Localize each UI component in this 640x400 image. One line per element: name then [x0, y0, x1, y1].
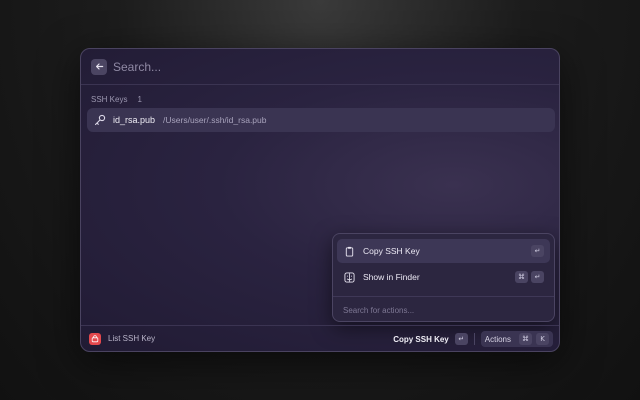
action-copy-ssh-key[interactable]: Copy SSH Key ↵: [337, 239, 550, 263]
kbd-key: ↵: [531, 245, 544, 257]
section-title: SSH Keys: [91, 94, 128, 104]
actions-button[interactable]: Actions ⌘ K: [480, 331, 553, 347]
kbd-key: ↵: [454, 333, 468, 345]
footer-title: List SSH Key: [108, 334, 156, 343]
actions-search-input[interactable]: [343, 302, 543, 318]
section-count: 1: [137, 94, 142, 104]
shortcut-keys: ⌘ ↵: [515, 271, 544, 283]
back-button[interactable]: [91, 58, 107, 75]
kbd-key: ⌘: [515, 271, 528, 283]
kbd-key: K: [536, 333, 549, 345]
finder-icon: [343, 271, 355, 283]
action-label: Show in Finder: [363, 272, 420, 282]
action-show-in-finder[interactable]: Show in Finder ⌘ ↵: [337, 265, 550, 289]
footer-actions: Copy SSH Key ↵ Actions ⌘ K: [393, 331, 553, 347]
primary-action-button[interactable]: Copy SSH Key: [393, 335, 449, 344]
list-item[interactable]: id_rsa.pub /Users/user/.ssh/id_rsa.pub: [87, 108, 555, 132]
shortcut-keys: ↵: [531, 245, 544, 257]
section-header: SSH Keys 1: [91, 93, 142, 105]
key-icon: [93, 113, 107, 127]
divider: [473, 333, 475, 345]
arrow-left-icon: [95, 63, 103, 70]
actions-panel: Copy SSH Key ↵ Show in Finder ⌘ ↵: [332, 233, 555, 322]
extension-icon: [89, 332, 101, 345]
search-bar: [81, 49, 559, 85]
search-input[interactable]: [113, 59, 413, 74]
kbd-key: ↵: [531, 271, 544, 283]
list-item-subtitle: /Users/user/.ssh/id_rsa.pub: [163, 115, 267, 125]
divider: [333, 296, 554, 297]
list-item-title: id_rsa.pub: [113, 115, 156, 125]
kbd-key: ⌘: [519, 333, 532, 345]
footer-bar: List SSH Key Copy SSH Key ↵ Actions ⌘ K: [81, 325, 559, 351]
launcher-window: SSH Keys 1 id_rsa.pub /Users/user/.ssh/i…: [80, 48, 560, 352]
clipboard-icon: [343, 245, 355, 257]
action-label: Copy SSH Key: [363, 246, 420, 256]
actions-label: Actions: [484, 334, 511, 344]
